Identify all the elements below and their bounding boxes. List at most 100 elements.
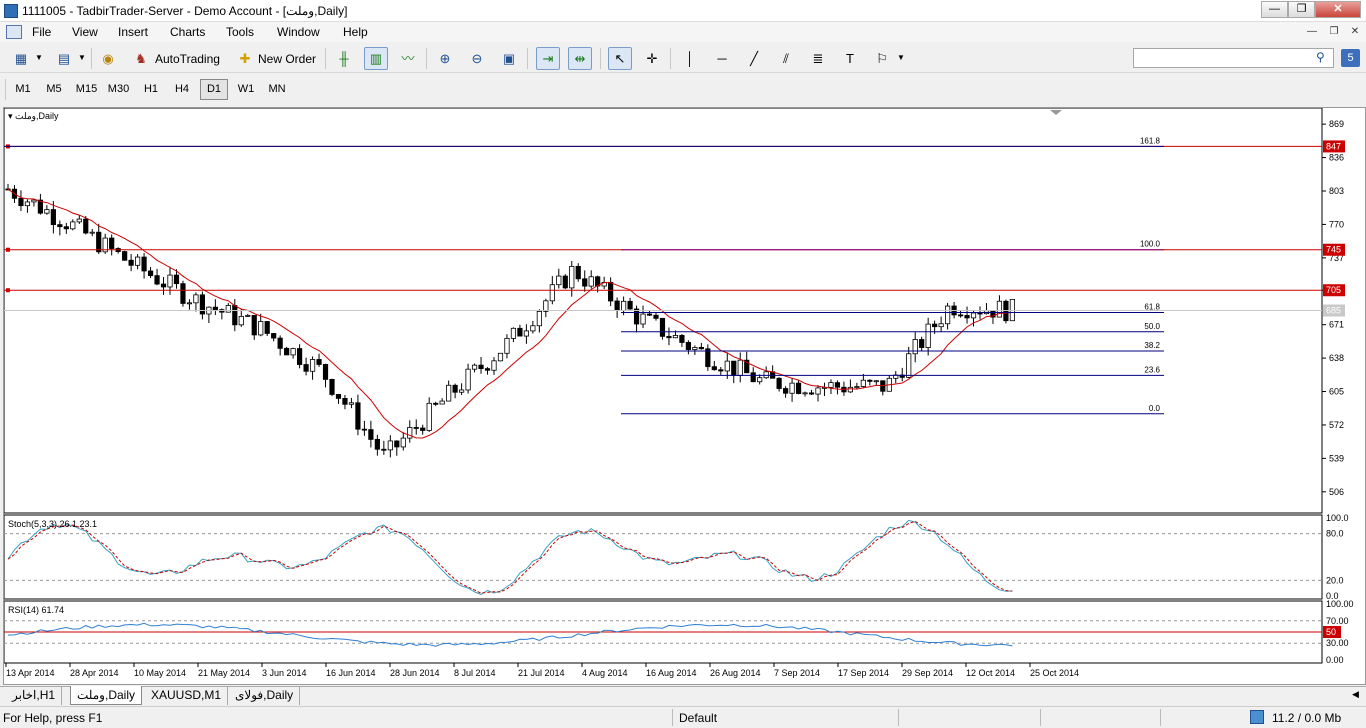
candle xyxy=(258,321,264,336)
tabs-scroll-left-icon[interactable]: ◀ xyxy=(1352,689,1359,700)
mdi-close-button[interactable]: ✕ xyxy=(1347,25,1363,39)
autotrading-button[interactable]: AutoTrading xyxy=(155,52,220,66)
tab-chart-3[interactable]: XAUUSD,M1 xyxy=(145,686,229,705)
timeframe-w1[interactable]: W1 xyxy=(232,79,260,100)
line-chart-icon[interactable]: 〰 xyxy=(396,47,420,70)
date-tick-label: 12 Oct 2014 xyxy=(966,668,1015,678)
candle xyxy=(245,315,251,317)
candle xyxy=(57,224,63,228)
cursor-icon[interactable]: ↖ xyxy=(608,47,632,70)
mdi-minimize-button[interactable]: — xyxy=(1304,25,1320,39)
price-tick-label: 638 xyxy=(1329,353,1344,363)
market-watch-icon[interactable]: ◉ xyxy=(96,47,120,70)
menu-charts[interactable]: Charts xyxy=(170,25,205,39)
search-icon[interactable]: ⚲ xyxy=(1316,50,1325,64)
tab-chart-4[interactable]: فولای,Daily xyxy=(229,686,301,705)
timeframe-h4[interactable]: H4 xyxy=(168,79,196,100)
timeframe-mn[interactable]: MN xyxy=(263,79,291,100)
chart-canvas[interactable]: 8698368037707377056716386055725395068477… xyxy=(4,108,1365,684)
candle xyxy=(847,386,854,393)
candle xyxy=(446,384,452,402)
tab-chart-2[interactable]: وملت,Daily xyxy=(70,686,142,705)
candle xyxy=(757,377,763,383)
horizontal-line-icon[interactable]: ─ xyxy=(710,47,734,70)
close-button[interactable]: ✕ xyxy=(1315,1,1361,18)
price-label: 745 xyxy=(1326,245,1341,255)
price-tick-label: 671 xyxy=(1329,320,1344,330)
fibonacci-icon[interactable]: ≣ xyxy=(806,47,830,70)
date-tick-label: 28 Apr 2014 xyxy=(70,668,119,678)
tab-chart-1[interactable]: اخابر,H1 xyxy=(6,686,63,705)
date-tick-label: 28 Jun 2014 xyxy=(390,668,440,678)
toolbar-separator xyxy=(527,48,528,69)
toolbar-separator xyxy=(670,48,671,69)
timeframe-d1[interactable]: D1 xyxy=(200,79,228,100)
vertical-line-icon[interactable]: │ xyxy=(678,47,702,70)
new-order-icon[interactable]: ✚ xyxy=(233,47,257,70)
search-input[interactable] xyxy=(1133,48,1334,68)
candle xyxy=(232,305,238,326)
candle xyxy=(484,368,491,371)
maximize-button[interactable]: ❐ xyxy=(1288,1,1315,18)
autotrading-icon[interactable]: ♞ xyxy=(129,47,153,70)
bar-chart-icon[interactable]: ╫ xyxy=(332,47,356,70)
timeframe-h1[interactable]: H1 xyxy=(137,79,165,100)
tile-windows-icon[interactable]: ▣ xyxy=(497,47,521,70)
price-label: 705 xyxy=(1326,285,1341,295)
fibonacci-level-label: 100.0 xyxy=(1140,240,1161,249)
date-tick-label: 16 Aug 2014 xyxy=(646,668,697,678)
menu-tools[interactable]: Tools xyxy=(226,25,254,39)
notifications-badge[interactable]: 5 xyxy=(1341,49,1360,67)
date-tick-label: 25 Oct 2014 xyxy=(1030,668,1079,678)
trendline-icon[interactable]: ╱ xyxy=(742,47,766,70)
rsi-label: RSI(14) 61.74 xyxy=(8,605,64,615)
menu-window[interactable]: Window xyxy=(277,25,320,39)
minimize-button[interactable]: — xyxy=(1261,1,1288,18)
zoom-out-icon[interactable]: ⊖ xyxy=(465,47,489,70)
date-tick-label: 3 Jun 2014 xyxy=(262,668,307,678)
profiles-icon[interactable]: ▤ xyxy=(52,47,76,70)
crosshair-icon[interactable]: ✛ xyxy=(640,47,664,70)
candle xyxy=(128,259,134,266)
menu-insert[interactable]: Insert xyxy=(118,25,148,39)
chart-window[interactable]: 8698368037707377056716386055725395068477… xyxy=(3,107,1366,685)
zoom-in-icon[interactable]: ⊕ xyxy=(433,47,457,70)
rsi-tick-label: 100.00 xyxy=(1326,599,1354,609)
connection-status-icon[interactable] xyxy=(1250,710,1264,724)
candle xyxy=(160,283,167,288)
toolbar-separator xyxy=(91,48,92,69)
candle xyxy=(627,300,633,310)
timeframe-m15[interactable]: M15 xyxy=(71,79,102,100)
new-chart-icon[interactable]: ▦ xyxy=(9,47,33,70)
new-order-button[interactable]: New Order xyxy=(258,52,316,66)
current-price-label: 685 xyxy=(1326,306,1341,316)
timeframe-m30[interactable]: M30 xyxy=(103,79,134,100)
mdi-child-icon xyxy=(6,25,22,39)
chart-symbol-label: ▾ وملت,Daily xyxy=(8,111,59,122)
auto-scroll-icon[interactable]: ⇥ xyxy=(536,47,560,70)
menu-view[interactable]: View xyxy=(72,25,98,39)
candle xyxy=(711,366,717,371)
candle xyxy=(906,353,912,378)
timeframe-m1[interactable]: M1 xyxy=(9,79,37,100)
candle xyxy=(945,305,951,325)
price-label: 847 xyxy=(1326,141,1341,151)
chart-shift-icon[interactable]: ⇹ xyxy=(568,47,592,70)
mdi-restore-button[interactable]: ❐ xyxy=(1326,25,1342,39)
menu-help[interactable]: Help xyxy=(343,25,368,39)
chevron-down-icon[interactable]: ▼ xyxy=(897,53,905,62)
candlestick-chart-icon[interactable]: ▥ xyxy=(364,47,388,70)
equidistant-channel-icon[interactable]: ⫽ xyxy=(774,47,798,70)
text-icon[interactable]: T xyxy=(838,47,862,70)
fibonacci-level-label: 38.2 xyxy=(1144,341,1160,350)
candle xyxy=(290,348,296,356)
shapes-icon[interactable]: ⚐ xyxy=(870,47,894,70)
timeframe-m5[interactable]: M5 xyxy=(40,79,68,100)
candle xyxy=(685,342,692,350)
candle xyxy=(458,389,465,393)
chevron-down-icon[interactable]: ▼ xyxy=(78,53,86,62)
menu-file[interactable]: File xyxy=(32,25,51,39)
rsi-tick-label: 30.00 xyxy=(1326,638,1349,648)
candle xyxy=(750,372,756,383)
chevron-down-icon[interactable]: ▼ xyxy=(35,53,43,62)
